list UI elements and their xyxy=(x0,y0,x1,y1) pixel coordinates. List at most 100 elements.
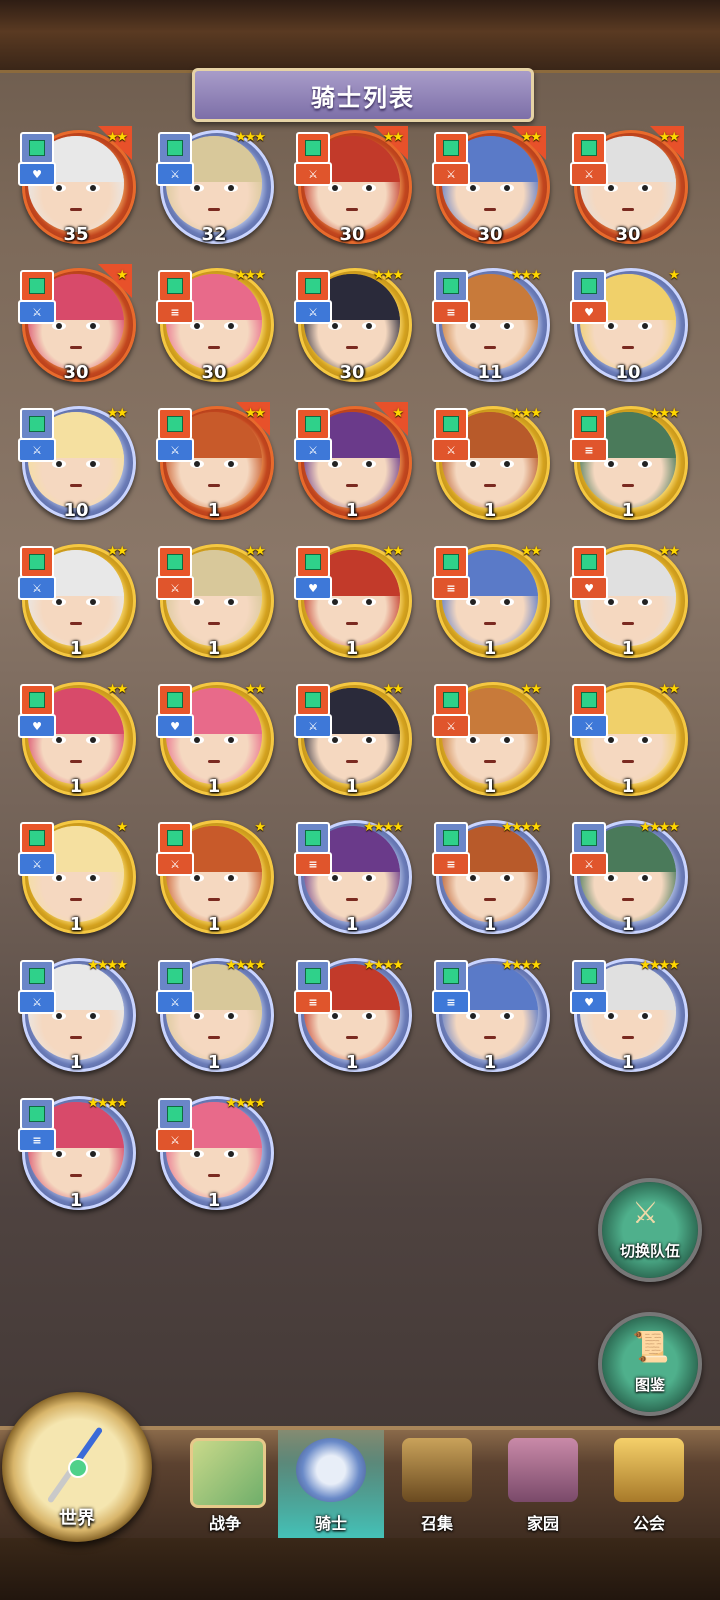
eye xyxy=(362,598,376,606)
knight-card[interactable]: ★★ ⚔ 1 xyxy=(290,678,414,804)
knight-card[interactable]: ★★ ♥ 1 xyxy=(152,678,276,804)
knight-card[interactable]: ★★★ ⚔ 32 xyxy=(152,126,276,252)
knight-card[interactable]: ★★★★ ⚔ 1 xyxy=(152,1092,276,1218)
knight-card[interactable]: ★★★★ ⚔ 1 xyxy=(14,954,138,1080)
tab-home[interactable]: 家园 xyxy=(490,1430,596,1538)
codex-button[interactable]: 📜 图鉴 xyxy=(598,1312,702,1416)
role-icon: ≡ xyxy=(294,990,332,1014)
role-icon: ♥ xyxy=(570,990,608,1014)
eye xyxy=(638,598,652,606)
eye xyxy=(638,460,652,468)
star-rating: ★★ xyxy=(244,406,266,421)
star-rating: ★★★★ xyxy=(639,820,680,835)
knight-card[interactable]: ★★ ♥ 1 xyxy=(290,540,414,666)
role-icon: ⚔ xyxy=(156,852,194,876)
knight-card[interactable]: ★★ ⚔ 10 xyxy=(14,402,138,528)
knight-card[interactable]: ★★ ⚔ 30 xyxy=(428,126,552,252)
mouth xyxy=(208,208,220,211)
knight-card[interactable]: ★★★ ≡ 11 xyxy=(428,264,552,390)
tab-home-label: 家园 xyxy=(526,1514,559,1533)
knight-card[interactable]: ★★ ⚔ 1 xyxy=(566,678,690,804)
knight-card[interactable]: ★★ ⚔ 30 xyxy=(290,126,414,252)
eye xyxy=(500,322,514,330)
class-icon xyxy=(572,960,606,992)
train-icon xyxy=(402,1438,472,1502)
eye xyxy=(86,598,100,606)
knight-level: 30 xyxy=(201,362,227,383)
class-icon xyxy=(572,132,606,164)
eye xyxy=(224,736,238,744)
knight-level: 1 xyxy=(69,638,83,659)
knight-level: 1 xyxy=(207,1052,221,1073)
class-icon xyxy=(158,132,192,164)
mouth xyxy=(484,208,496,211)
mouth xyxy=(208,1174,220,1177)
eye xyxy=(500,184,514,192)
knight-card[interactable]: ★★★★ ⚔ 1 xyxy=(152,954,276,1080)
world-button[interactable]: 世界 xyxy=(2,1392,152,1542)
star-rating: ★★★★ xyxy=(639,958,680,973)
mouth xyxy=(70,208,82,211)
knight-card[interactable]: ★★ ⚔ 1 xyxy=(428,678,552,804)
knight-level: 30 xyxy=(477,224,503,245)
star-rating: ★★★ xyxy=(511,406,542,421)
knight-level: 30 xyxy=(339,224,365,245)
mouth xyxy=(484,760,496,763)
star-rating: ★ xyxy=(392,406,404,421)
tab-guild[interactable]: 公会 xyxy=(596,1430,702,1538)
role-icon: ⚔ xyxy=(570,162,608,186)
star-rating: ★★★★ xyxy=(501,958,542,973)
knight-card[interactable]: ★★★★ ≡ 1 xyxy=(290,816,414,942)
tab-summon[interactable]: 召集 xyxy=(384,1430,490,1538)
knight-level: 10 xyxy=(615,362,641,383)
knight-card[interactable]: ★★ ≡ 1 xyxy=(428,540,552,666)
knight-card[interactable]: ★ ⚔ 1 xyxy=(290,402,414,528)
tab-summon-label: 召集 xyxy=(420,1514,453,1533)
mouth xyxy=(70,484,82,487)
knight-card[interactable]: ★ ⚔ 1 xyxy=(14,816,138,942)
knight-card[interactable]: ★★★★ ⚔ 1 xyxy=(566,816,690,942)
knight-card[interactable]: ★ ⚔ 1 xyxy=(152,816,276,942)
knight-card[interactable]: ★★★ ≡ 30 xyxy=(152,264,276,390)
knight-portrait-icon xyxy=(296,1438,366,1502)
mouth xyxy=(484,622,496,625)
star-rating: ★ xyxy=(668,268,680,283)
knight-card[interactable]: ★★★★ ≡ 1 xyxy=(290,954,414,1080)
knight-card[interactable]: ★★★ ⚔ 1 xyxy=(428,402,552,528)
role-icon: ♥ xyxy=(570,576,608,600)
mouth xyxy=(346,346,358,349)
knight-card[interactable]: ★★★★ ≡ 1 xyxy=(14,1092,138,1218)
knight-card[interactable]: ★★ ♥ 1 xyxy=(14,678,138,804)
tab-war[interactable]: 战争 xyxy=(172,1430,278,1538)
knight-card[interactable]: ★★ ⚔ 30 xyxy=(566,126,690,252)
mouth xyxy=(208,760,220,763)
knight-card[interactable]: ★★★★ ≡ 1 xyxy=(428,954,552,1080)
knight-card[interactable]: ★★ ⚔ 1 xyxy=(152,540,276,666)
mouth xyxy=(346,208,358,211)
star-rating: ★★★ xyxy=(235,268,266,283)
role-icon: ♥ xyxy=(18,162,56,186)
star-rating: ★★ xyxy=(658,130,680,145)
knight-card[interactable]: ★★ ♥ 1 xyxy=(566,540,690,666)
role-icon: ⚔ xyxy=(156,1128,194,1152)
eye xyxy=(638,322,652,330)
knight-card[interactable]: ★ ⚔ 30 xyxy=(14,264,138,390)
tab-knight[interactable]: 骑士 xyxy=(278,1430,384,1538)
knight-card[interactable]: ★★ ⚔ 1 xyxy=(152,402,276,528)
knight-card[interactable]: ★★ ♥ 35 xyxy=(14,126,138,252)
star-rating: ★★★★ xyxy=(87,1096,128,1111)
knight-card[interactable]: ★★★★ ♥ 1 xyxy=(566,954,690,1080)
knight-level: 1 xyxy=(621,914,635,935)
star-rating: ★★★ xyxy=(649,406,680,421)
eye xyxy=(362,874,376,882)
role-icon: ⚔ xyxy=(294,438,332,462)
knight-level: 1 xyxy=(345,500,359,521)
star-rating: ★★ xyxy=(106,544,128,559)
knight-card[interactable]: ★ ♥ 10 xyxy=(566,264,690,390)
switch-team-button[interactable]: ⚔ 切换队伍 xyxy=(598,1178,702,1282)
eye xyxy=(224,874,238,882)
knight-card[interactable]: ★★★★ ≡ 1 xyxy=(428,816,552,942)
knight-card[interactable]: ★★ ⚔ 1 xyxy=(14,540,138,666)
knight-card[interactable]: ★★★ ⚔ 30 xyxy=(290,264,414,390)
knight-card[interactable]: ★★★ ≡ 1 xyxy=(566,402,690,528)
